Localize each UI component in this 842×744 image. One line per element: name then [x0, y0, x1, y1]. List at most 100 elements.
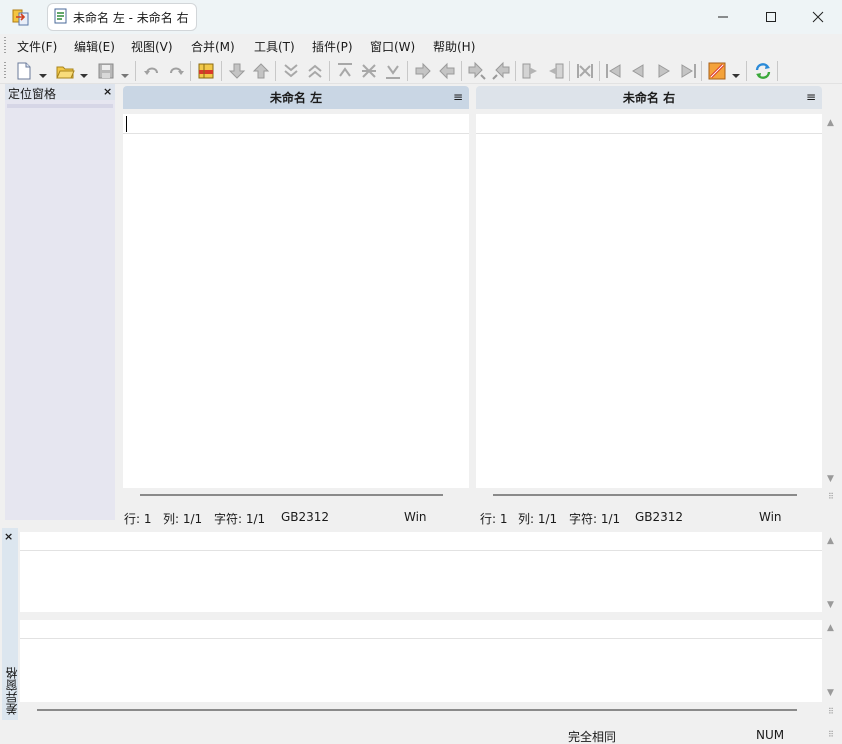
copy-left-advance-button[interactable] [491, 61, 511, 81]
save-icon [98, 63, 114, 79]
last-difference-button[interactable] [383, 61, 403, 81]
toolbar-separator [515, 61, 516, 81]
toolbar-grip[interactable] [4, 62, 6, 80]
location-pane-close-button[interactable]: × [103, 85, 112, 98]
minimize-button[interactable] [700, 0, 746, 34]
undo-button[interactable] [142, 61, 162, 81]
menu-window[interactable]: 窗口(W) [370, 38, 415, 55]
next-conflict-button[interactable] [281, 61, 301, 81]
menu-file[interactable]: 文件(F) [17, 38, 57, 55]
copy-all-right-icon [522, 63, 537, 79]
right-pane-header[interactable]: 未命名 右 ≡ [476, 86, 822, 109]
comparison-result: 完全相同 [568, 730, 617, 744]
merge-all-button[interactable] [575, 61, 595, 81]
menu-edit[interactable]: 编辑(E) [74, 38, 115, 55]
app-icon[interactable] [11, 7, 31, 27]
highlight-dropdown[interactable] [732, 68, 740, 78]
left-editor[interactable] [123, 114, 469, 488]
current-difference-button[interactable] [359, 61, 379, 81]
double-arrow-down-icon [284, 64, 298, 78]
location-pane-bar[interactable] [7, 104, 113, 108]
next-difference-button[interactable] [227, 61, 247, 81]
left-status-column: 列: 1/1 [163, 512, 203, 526]
last-file-icon [681, 64, 696, 78]
toolbar-separator [461, 61, 462, 81]
diff-horizontal-scroll-thumb[interactable] [37, 709, 797, 711]
menu-view[interactable]: 视图(V) [131, 38, 173, 55]
right-editor-line-separator [476, 133, 822, 134]
scroll-down-icon[interactable]: ▼ [827, 600, 834, 610]
options-button[interactable] [196, 61, 216, 81]
previous-conflict-button[interactable] [305, 61, 325, 81]
resize-grip-icon[interactable]: ⠿ [828, 707, 834, 716]
new-file-button[interactable] [14, 61, 34, 81]
copy-to-right-button[interactable] [413, 61, 433, 81]
new-file-dropdown[interactable] [39, 68, 47, 78]
left-horizontal-scroll-thumb[interactable] [140, 494, 443, 496]
window-resize-grip-icon[interactable]: ⠿ [828, 730, 834, 739]
toolbar-separator [599, 61, 600, 81]
first-difference-button[interactable] [335, 61, 355, 81]
menu-plugins[interactable]: 插件(P) [312, 38, 353, 55]
next-file-button[interactable] [654, 61, 674, 81]
scroll-down-icon[interactable]: ▼ [827, 688, 834, 698]
scroll-up-icon[interactable]: ▲ [827, 536, 834, 546]
open-dropdown[interactable] [80, 68, 88, 78]
save-button[interactable] [96, 61, 116, 81]
left-pane-header[interactable]: 未命名 左 ≡ [123, 86, 469, 109]
next-file-icon [658, 64, 670, 78]
menu-grip[interactable] [4, 37, 6, 55]
document-icon [54, 8, 68, 27]
scroll-down-icon[interactable]: ▼ [827, 474, 834, 484]
diff-pane-top-editor[interactable] [20, 532, 822, 612]
menu-help[interactable]: 帮助(H) [433, 38, 475, 55]
highlight-button[interactable] [707, 61, 727, 81]
resize-grip-icon[interactable]: ⠿ [828, 492, 834, 501]
menu-tools[interactable]: 工具(T) [254, 38, 295, 55]
copy-all-right-button[interactable] [521, 61, 541, 81]
diff-pane-bottom-editor[interactable] [20, 620, 822, 702]
right-pane-menu-button[interactable]: ≡ [806, 90, 816, 104]
diff-pane-title: 差异窗格 [5, 667, 19, 715]
arrow-right-icon [415, 62, 431, 80]
main-vertical-scrollbar[interactable] [824, 114, 840, 488]
close-button[interactable] [795, 0, 841, 34]
right-editor[interactable] [476, 114, 822, 488]
merge-icon [577, 64, 593, 78]
maximize-button[interactable] [748, 0, 794, 34]
left-status-eol: Win [404, 510, 427, 524]
arrow-left-icon [439, 62, 455, 80]
previous-difference-button[interactable] [251, 61, 271, 81]
chevron-down-icon [121, 74, 129, 78]
first-file-icon [606, 64, 621, 78]
last-file-button[interactable] [678, 61, 698, 81]
scroll-up-icon[interactable]: ▲ [827, 623, 834, 633]
scroll-up-icon[interactable]: ▲ [827, 118, 834, 128]
options-icon [198, 63, 214, 79]
toolbar-separator [329, 61, 330, 81]
first-difference-icon [338, 63, 352, 77]
diff-pane-close-button[interactable]: × [4, 530, 13, 543]
menu-merge[interactable]: 合并(M) [191, 38, 235, 55]
previous-file-button[interactable] [628, 61, 648, 81]
copy-right-advance-button[interactable] [467, 61, 487, 81]
right-horizontal-scroll-thumb[interactable] [493, 494, 797, 496]
refresh-button[interactable] [753, 61, 773, 81]
left-horizontal-scrollbar[interactable] [123, 488, 469, 504]
open-button[interactable] [55, 61, 75, 81]
copy-to-left-button[interactable] [437, 61, 457, 81]
toolbar-separator [221, 61, 222, 81]
location-pane-title: 定位窗格 [8, 87, 57, 101]
left-pane-title: 未命名 左 [269, 91, 323, 105]
save-dropdown[interactable] [121, 68, 129, 78]
toolbar [0, 58, 842, 84]
right-horizontal-scrollbar[interactable] [476, 488, 822, 504]
right-status-line: 行: 1 [480, 512, 508, 526]
first-file-button[interactable] [604, 61, 624, 81]
left-pane-menu-button[interactable]: ≡ [453, 90, 463, 104]
copy-all-left-button[interactable] [545, 61, 565, 81]
redo-button[interactable] [166, 61, 186, 81]
num-lock-indicator: NUM [756, 728, 785, 742]
left-editor-line-separator [123, 133, 469, 134]
document-tab[interactable]: 未命名 左 - 未命名 右 [47, 3, 197, 31]
